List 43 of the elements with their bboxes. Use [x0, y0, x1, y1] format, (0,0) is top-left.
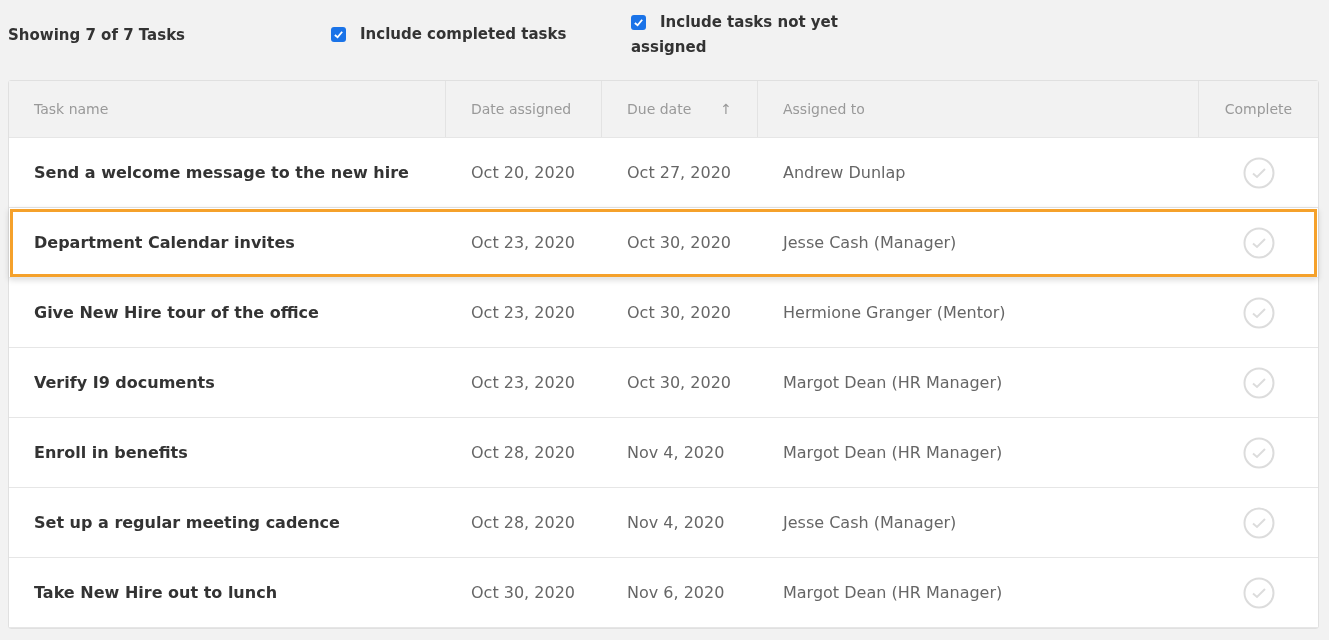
task-name: Take New Hire out to lunch	[34, 583, 277, 602]
date-assigned: Oct 23, 2020	[471, 303, 575, 322]
assignee: Hermione Granger (Mentor)	[783, 303, 1006, 322]
assignee: Margot Dean (HR Manager)	[783, 443, 1003, 462]
check-circle-icon[interactable]	[1242, 296, 1275, 329]
assignee: Jesse Cash (Manager)	[783, 513, 957, 532]
task-name: Enroll in benefits	[34, 443, 188, 462]
checkbox[interactable]	[331, 27, 346, 42]
date-assigned: Oct 28, 2020	[471, 513, 575, 532]
filter-checkbox[interactable]: Include completed tasks	[331, 22, 631, 47]
task-name: Department Calendar invites	[34, 233, 295, 252]
checkbox[interactable]	[631, 15, 646, 30]
due-date: Oct 30, 2020	[627, 373, 731, 392]
assignee: Andrew Dunlap	[783, 163, 906, 182]
checkmark-icon	[333, 29, 344, 40]
due-date: Nov 4, 2020	[627, 443, 725, 462]
due-date: Nov 6, 2020	[627, 583, 725, 602]
assignee: Margot Dean (HR Manager)	[783, 373, 1003, 392]
check-circle-icon[interactable]	[1242, 226, 1275, 259]
check-circle-icon[interactable]	[1242, 156, 1275, 189]
filter-checkbox[interactable]: Include tasks not yet assigned	[631, 10, 851, 60]
task-name: Give New Hire tour of the office	[34, 303, 319, 322]
due-date: Oct 30, 2020	[627, 303, 731, 322]
check-circle-icon[interactable]	[1242, 436, 1275, 469]
check-circle-icon[interactable]	[1242, 576, 1275, 609]
due-date: Oct 30, 2020	[627, 233, 731, 252]
check-circle-icon[interactable]	[1242, 506, 1275, 539]
date-assigned: Oct 28, 2020	[471, 443, 575, 462]
check-circle-icon[interactable]	[1242, 366, 1275, 399]
assignee: Margot Dean (HR Manager)	[783, 583, 1003, 602]
date-assigned: Oct 30, 2020	[471, 583, 575, 602]
date-assigned: Oct 20, 2020	[471, 163, 575, 182]
assignee: Jesse Cash (Manager)	[783, 233, 957, 252]
table-row[interactable]: Department Calendar invites Oct 23, 2020 Oct 30, 2020 Jesse Cash (Manager)	[9, 208, 1318, 278]
checkmark-icon	[633, 17, 644, 28]
date-assigned: Oct 23, 2020	[471, 373, 575, 392]
due-date: Nov 4, 2020	[627, 513, 725, 532]
task-name: Verify I9 documents	[34, 373, 215, 392]
date-assigned: Oct 23, 2020	[471, 233, 575, 252]
task-name: Send a welcome message to the new hire	[34, 163, 409, 182]
task-count-summary: Showing 7 of 7 Tasks	[8, 26, 187, 44]
due-date: Oct 27, 2020	[627, 163, 731, 182]
task-name: Set up a regular meeting cadence	[34, 513, 340, 532]
